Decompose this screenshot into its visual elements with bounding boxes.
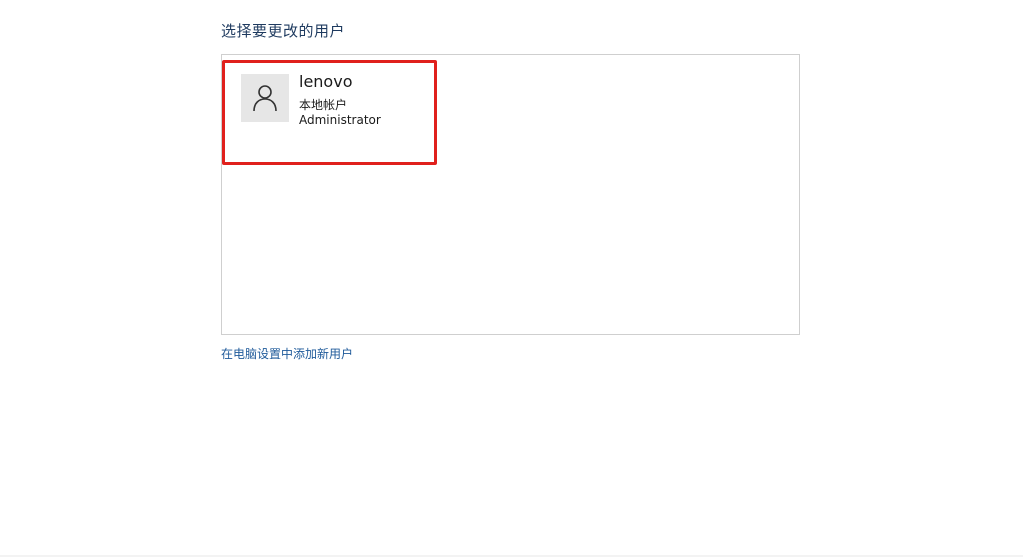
user-tile-lenovo[interactable]: lenovo 本地帐户 Administrator [222,60,437,165]
user-accounts-page: 选择要更改的用户 lenovo 本地帐户 Administrator 在电脑设置… [0,0,1023,557]
avatar [241,74,289,122]
user-outline-icon [253,85,277,112]
user-name: lenovo [299,72,353,91]
page-title: 选择要更改的用户 [221,22,346,40]
account-type: 本地帐户 [299,98,348,112]
add-user-link[interactable]: 在电脑设置中添加新用户 [221,345,353,362]
user-list: lenovo 本地帐户 Administrator [221,54,800,335]
account-role: Administrator [299,113,381,127]
